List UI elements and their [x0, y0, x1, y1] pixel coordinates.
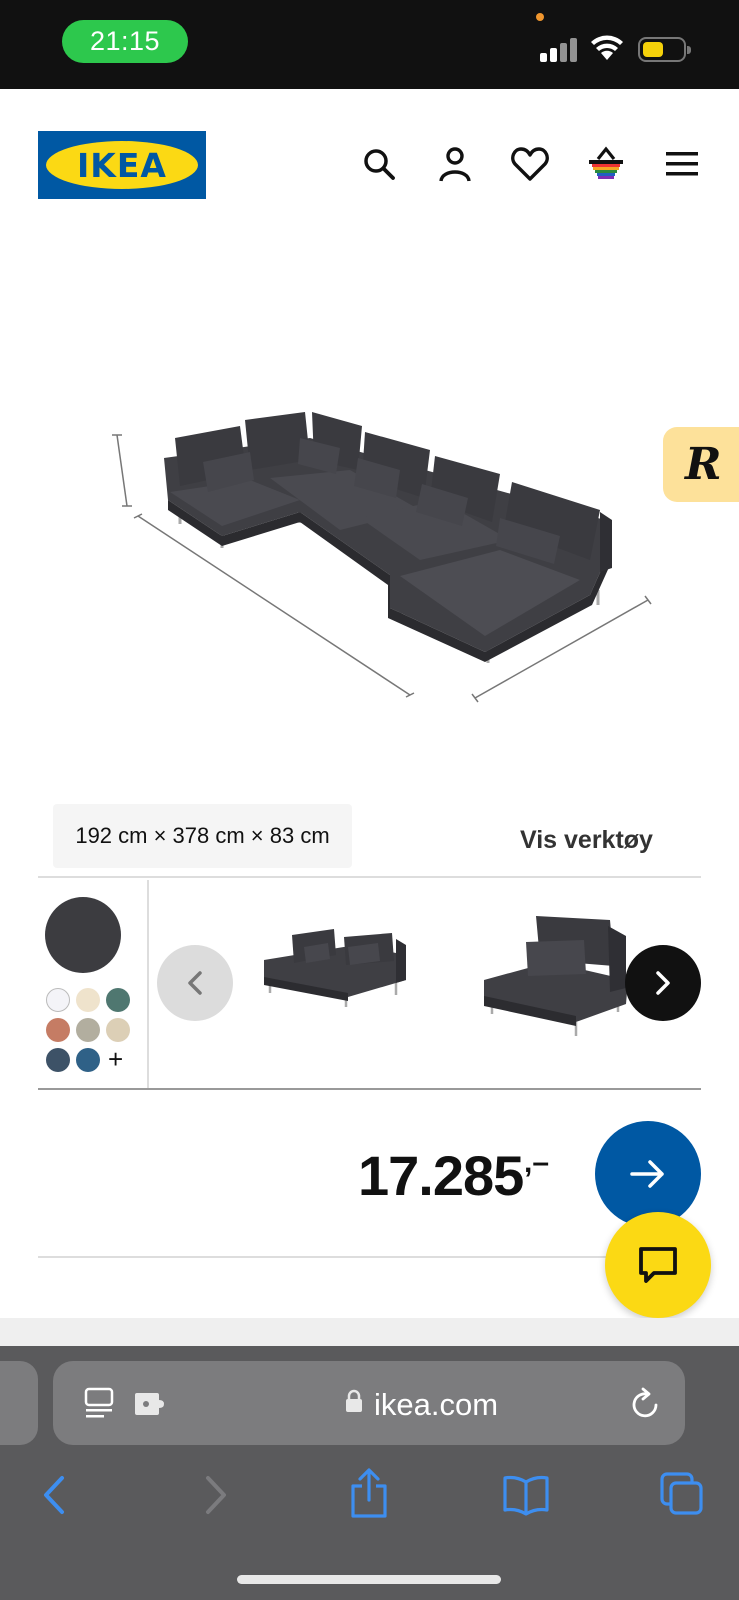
- lock-icon: [346, 1389, 362, 1412]
- home-indicator: [237, 1575, 501, 1584]
- back-icon[interactable]: [40, 1474, 70, 1516]
- share-icon[interactable]: [349, 1468, 389, 1520]
- ikea-logo[interactable]: IKEA: [38, 131, 206, 199]
- wifi-icon: [591, 35, 623, 60]
- divider: [38, 1256, 701, 1258]
- swatch[interactable]: [46, 1048, 70, 1072]
- sofa-module-one-seat[interactable]: [480, 910, 630, 1050]
- color-swatches: +: [38, 880, 149, 1088]
- chevron-left-icon[interactable]: [157, 945, 233, 1021]
- swatch[interactable]: [46, 988, 70, 1012]
- swatch[interactable]: [46, 1018, 70, 1042]
- selected-swatch[interactable]: [45, 897, 121, 973]
- battery-icon: [638, 37, 691, 62]
- swatch[interactable]: [76, 1048, 100, 1072]
- account-icon[interactable]: [433, 142, 477, 186]
- page-footer-band: [0, 1318, 739, 1346]
- divider: [38, 876, 701, 878]
- swatch[interactable]: [76, 1018, 100, 1042]
- price: 17.285: [358, 1144, 524, 1207]
- url-text: ikea.com: [374, 1387, 499, 1422]
- sofa-image[interactable]: [100, 400, 660, 720]
- sofa-module-two-seat[interactable]: [256, 925, 416, 1025]
- previous-tab[interactable]: [0, 1361, 38, 1445]
- reload-icon[interactable]: [629, 1387, 661, 1421]
- reader-icon[interactable]: [83, 1387, 115, 1421]
- browser-toolbar: ikea.com: [0, 1346, 739, 1600]
- tabs-icon[interactable]: [660, 1472, 704, 1516]
- badge-letter: R: [685, 439, 722, 490]
- cart-icon[interactable]: [584, 142, 628, 186]
- dimensions-chip: 192 cm × 378 cm × 83 cm: [53, 804, 352, 868]
- signal-icon: [540, 36, 578, 62]
- heart-icon[interactable]: [508, 142, 552, 186]
- swatch[interactable]: [76, 988, 100, 1012]
- status-bar: 21:15: [0, 0, 739, 89]
- more-swatches-button[interactable]: +: [108, 1044, 123, 1075]
- chat-icon[interactable]: [605, 1212, 711, 1318]
- clock: 21:15: [62, 20, 188, 63]
- screen: { "status_bar": { "time": "21:15", "icon…: [0, 0, 739, 1600]
- bookmarks-icon[interactable]: [502, 1474, 550, 1516]
- swatch[interactable]: [106, 1018, 130, 1042]
- logo-text: IKEA: [77, 145, 167, 185]
- chevron-right-icon[interactable]: [625, 945, 701, 1021]
- price-suffix: ,–: [524, 1146, 550, 1179]
- arrow-right-icon[interactable]: [595, 1121, 701, 1227]
- search-icon[interactable]: [357, 142, 401, 186]
- privacy-indicator: [536, 13, 544, 21]
- floating-badge[interactable]: R: [663, 427, 739, 502]
- extension-icon[interactable]: [133, 1391, 167, 1417]
- menu-icon[interactable]: [660, 142, 704, 186]
- divider: [38, 1088, 701, 1090]
- show-tools-link[interactable]: Vis verktøy: [520, 826, 653, 855]
- swatch[interactable]: [106, 988, 130, 1012]
- address-bar[interactable]: ikea.com: [53, 1361, 685, 1445]
- forward-icon: [206, 1476, 226, 1514]
